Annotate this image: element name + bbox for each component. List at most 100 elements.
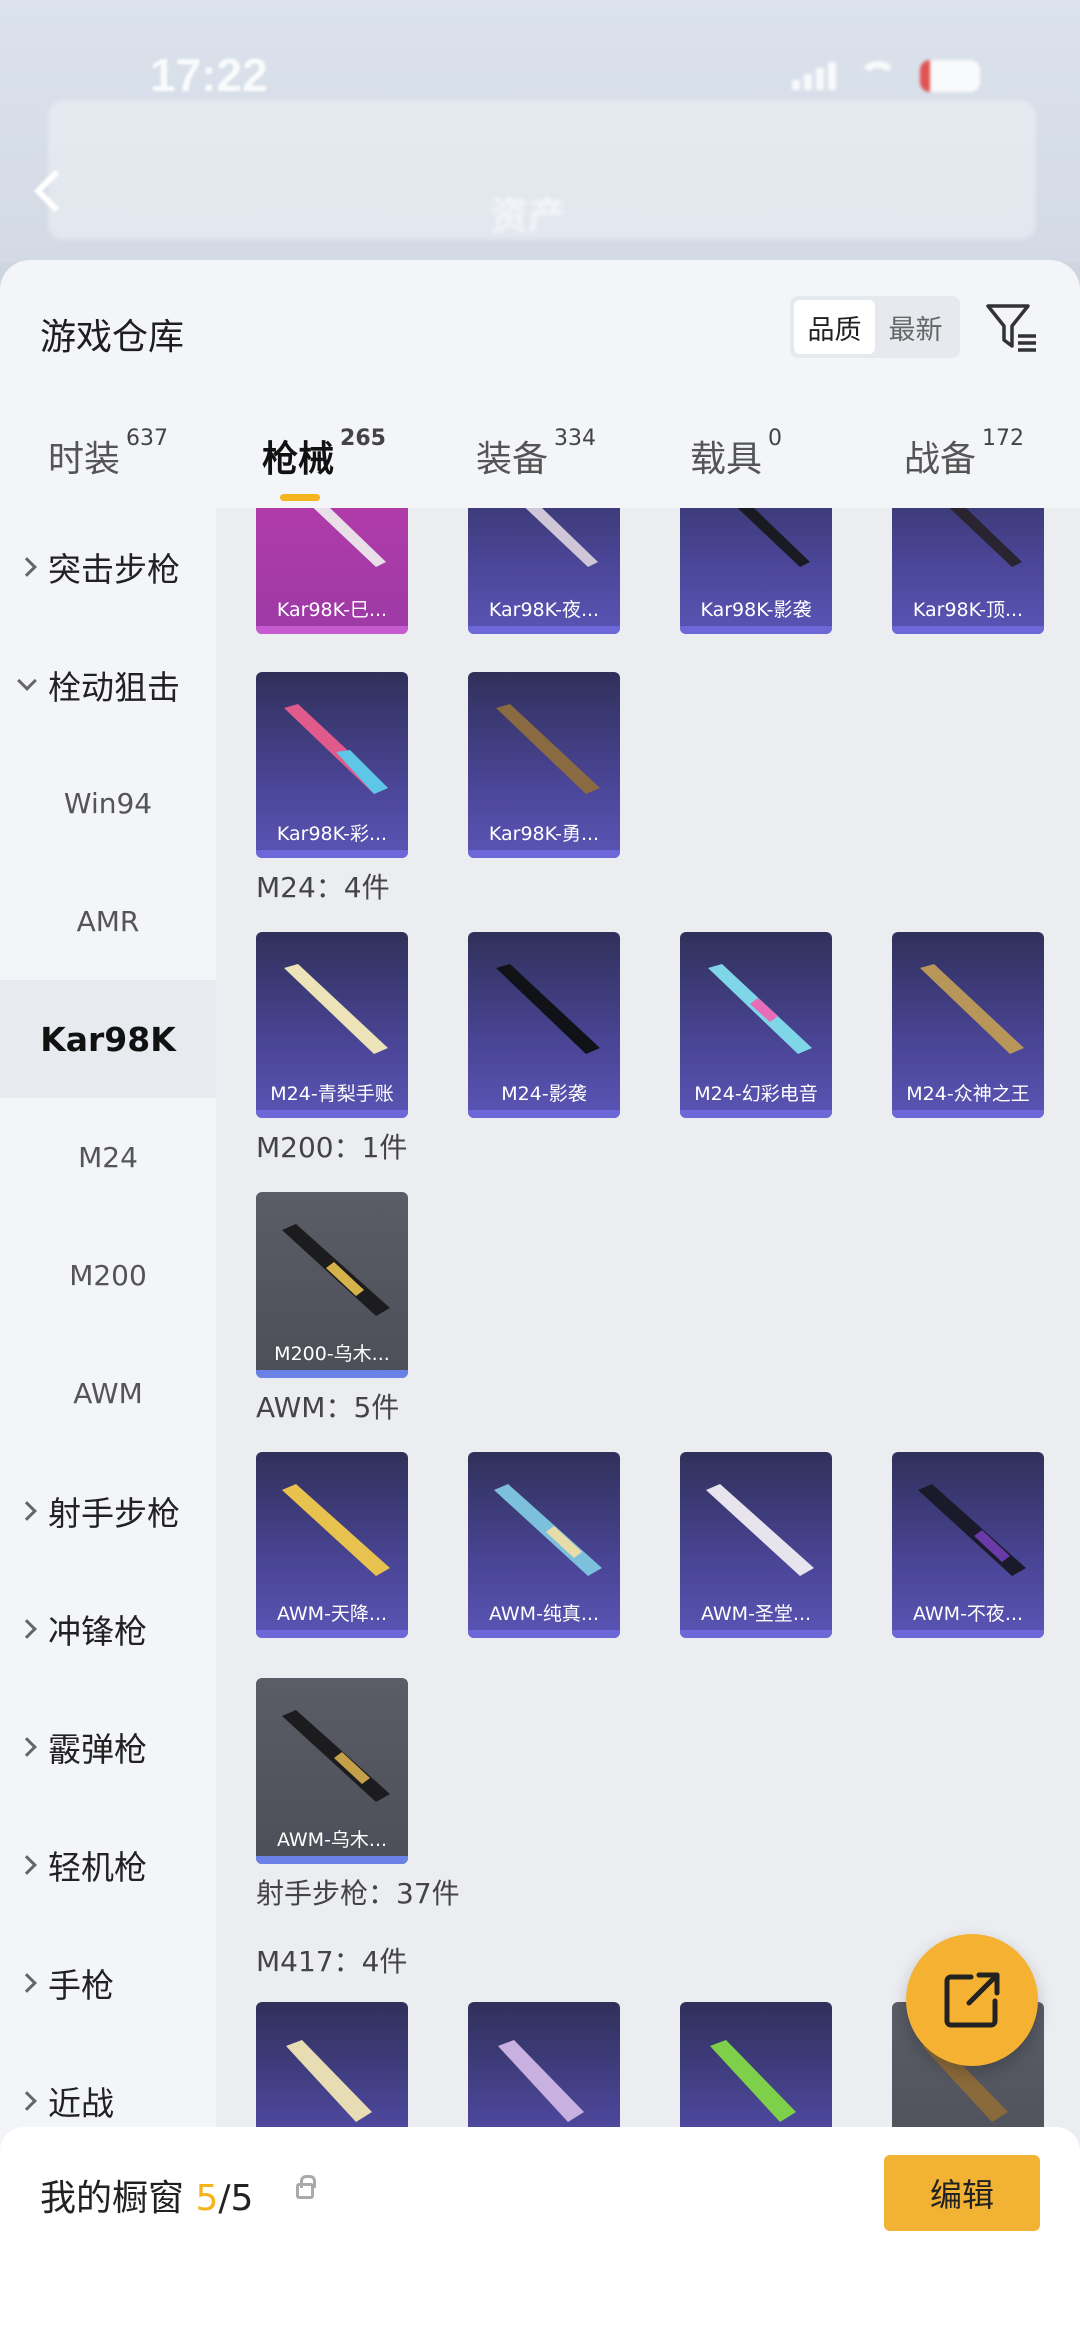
item-name: Kar98K-顶...	[912, 599, 1024, 621]
sidebar-item-kar98k[interactable]: Kar98K	[0, 980, 216, 1098]
item-card[interactable]: Kar98K-巳...	[256, 508, 408, 634]
item-name: M24-幻彩电音	[694, 1083, 818, 1105]
item-name: AWM-乌木...	[276, 1829, 388, 1851]
rifle-icon	[949, 508, 1022, 567]
item-grid: Kar98K-巳... Kar98K-夜... Kar98K-影袭 Kar98K…	[216, 508, 1080, 2347]
rifle-icon	[282, 1710, 390, 1802]
item-name: Kar98K-影袭	[700, 599, 812, 621]
status-time: 17:22	[150, 49, 268, 101]
rarity-stripe	[256, 1370, 408, 1378]
item-card[interactable]: M24-影袭	[468, 932, 620, 1118]
rarity-stripe	[680, 626, 832, 634]
filter-icon[interactable]	[984, 300, 1040, 356]
sidebar-item-label: 栓动狙击	[48, 668, 180, 707]
sidebar-item-label: 冲锋枪	[48, 1612, 147, 1651]
rifle-icon	[706, 1484, 814, 1576]
item-name: AWM-圣堂...	[700, 1603, 812, 1625]
chevron-right-icon	[17, 1619, 37, 1639]
group-heading: 射手步枪：37件	[256, 1877, 460, 1910]
tab-vehicles[interactable]: 载具 0	[690, 426, 782, 482]
rifle-icon	[496, 704, 600, 794]
tab-fashion[interactable]: 时装 637	[48, 426, 168, 482]
sort-toggle: 品质 最新	[790, 296, 960, 358]
tab-count: 334	[554, 426, 597, 451]
sort-newest-button[interactable]: 最新	[875, 300, 956, 354]
item-card[interactable]: Kar98K-彩...	[256, 672, 408, 858]
item-card[interactable]: Kar98K-勇...	[468, 672, 620, 858]
signal-icon	[792, 62, 836, 90]
sidebar-item-m24[interactable]: M24	[0, 1098, 216, 1216]
rifle-icon	[525, 508, 598, 567]
item-card[interactable]: AWM-纯真...	[468, 1452, 620, 1638]
tab-count: 172	[982, 426, 1025, 451]
showcase-total: /5	[218, 2178, 254, 2219]
item-name: AWM-纯真...	[488, 1603, 600, 1625]
item-name: Kar98K-彩...	[276, 823, 388, 845]
tab-label: 载具	[690, 439, 763, 480]
item-card[interactable]: Kar98K-顶...	[892, 508, 1044, 634]
sidebar-item-m200[interactable]: M200	[0, 1216, 216, 1334]
item-name: M24-影袭	[501, 1083, 587, 1105]
chevron-right-icon	[17, 1737, 37, 1757]
sidebar-item-bolt-sniper[interactable]: 栓动狙击	[0, 626, 216, 744]
sidebar-item-shotgun[interactable]: 霰弹枪	[0, 1688, 216, 1806]
item-card[interactable]: AWM-天降...	[256, 1452, 408, 1638]
item-name: AWM-天降...	[276, 1603, 388, 1625]
rarity-stripe	[680, 1110, 832, 1118]
rarity-stripe	[892, 626, 1044, 634]
sidebar-item-assault-rifle[interactable]: 突击步枪	[0, 508, 216, 626]
rifle-icon	[920, 964, 1024, 1054]
chevron-down-icon	[17, 671, 37, 691]
active-tab-indicator	[280, 494, 320, 501]
edit-button[interactable]: 编辑	[884, 2155, 1040, 2231]
item-card[interactable]: M200-乌木...	[256, 1192, 408, 1378]
sidebar-item-amr[interactable]: AMR	[0, 862, 216, 980]
tab-count: 637	[126, 426, 169, 451]
sidebar-item-label: 射手步枪	[48, 1494, 180, 1533]
sort-quality-button[interactable]: 品质	[794, 300, 875, 354]
showcase-count: 5	[195, 2178, 219, 2219]
rarity-stripe	[680, 1630, 832, 1638]
item-name: M24-众神之王	[906, 1083, 1030, 1105]
sidebar-item-lmg[interactable]: 轻机枪	[0, 1806, 216, 1924]
sidebar-item-label: 轻机枪	[48, 1848, 147, 1887]
group-heading: M417：4件	[256, 1945, 408, 1978]
item-card[interactable]: M24-幻彩电音	[680, 932, 832, 1118]
category-sidebar: 突击步枪 栓动狙击 Win94 AMR Kar98K M24 M200 AWM …	[0, 508, 216, 2347]
chevron-right-icon	[17, 1501, 37, 1521]
item-card[interactable]: AWM-圣堂...	[680, 1452, 832, 1638]
item-name: Kar98K-夜...	[488, 599, 600, 621]
item-card[interactable]: Kar98K-影袭	[680, 508, 832, 634]
wifi-icon	[858, 61, 898, 91]
item-card[interactable]: AWM-乌木...	[256, 1678, 408, 1864]
rifle-icon	[737, 508, 810, 567]
sidebar-item-win94[interactable]: Win94	[0, 744, 216, 862]
sidebar-item-smg[interactable]: 冲锋枪	[0, 1570, 216, 1688]
rarity-stripe	[892, 1110, 1044, 1118]
category-tabs: 时装 637 枪械 265 装备 334 载具 0 战备 172	[0, 410, 1080, 510]
tab-label: 时装	[48, 439, 121, 480]
rarity-stripe	[256, 1856, 408, 1864]
item-card[interactable]: Kar98K-夜...	[468, 508, 620, 634]
tab-label: 枪械	[262, 439, 335, 480]
status-icons	[792, 60, 980, 92]
group-heading: AWM：5件	[256, 1391, 400, 1424]
sidebar-item-marksman-rifle[interactable]: 射手步枪	[0, 1452, 216, 1570]
showcase-bar: 我的橱窗 5/5 编辑	[0, 2127, 1080, 2347]
rarity-stripe	[468, 850, 620, 858]
sidebar-item-awm[interactable]: AWM	[0, 1334, 216, 1452]
rifle-icon	[282, 1484, 390, 1576]
item-card[interactable]: AWM-不夜...	[892, 1452, 1044, 1638]
sidebar-item-label: 突击步枪	[48, 550, 180, 589]
item-card[interactable]: M24-众神之王	[892, 932, 1044, 1118]
rifle-icon	[918, 1484, 1026, 1576]
tab-guns[interactable]: 枪械 265	[262, 426, 386, 501]
sidebar-item-label: 近战	[48, 2084, 114, 2123]
rifle-icon	[496, 964, 600, 1054]
showcase-title: 我的橱窗	[40, 2178, 185, 2219]
sidebar-item-pistol[interactable]: 手枪	[0, 1924, 216, 2042]
tab-equipment[interactable]: 装备 334	[476, 426, 596, 482]
tab-supplies[interactable]: 战备 172	[904, 426, 1024, 482]
share-button[interactable]	[906, 1934, 1038, 2066]
item-card[interactable]: M24-青梨手账	[256, 932, 408, 1118]
